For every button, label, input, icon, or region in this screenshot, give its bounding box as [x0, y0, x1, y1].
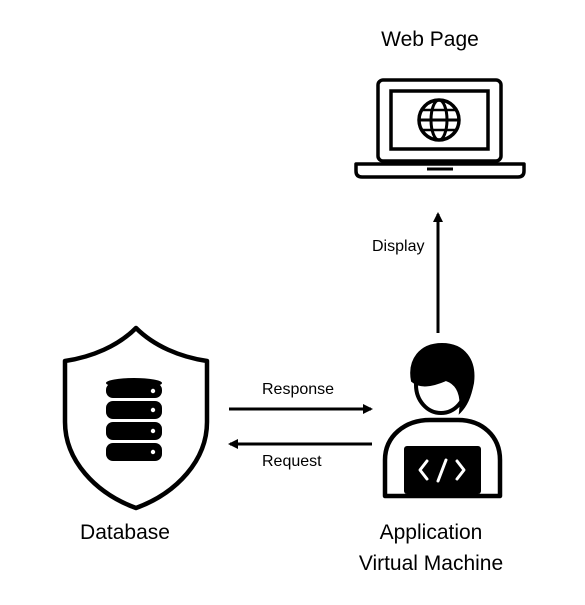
laptop-globe-icon: [354, 78, 526, 179]
shield-database-icon: [62, 325, 210, 511]
diagram-canvas: Web Page Display Response Request Databa…: [0, 0, 585, 605]
database-label: Database: [80, 521, 170, 544]
application-label: Application Virtual Machine: [320, 517, 542, 579]
display-label: Display: [372, 238, 425, 255]
diagram-graphics: [62, 78, 526, 511]
developer-laptop-icon: [382, 342, 503, 499]
response-label: Response: [262, 381, 335, 398]
request-label: Request: [262, 453, 322, 470]
application-label-line1: Application: [379, 521, 483, 544]
web-page-label: Web Page: [381, 28, 479, 51]
application-label-line2: Virtual Machine: [358, 552, 504, 575]
